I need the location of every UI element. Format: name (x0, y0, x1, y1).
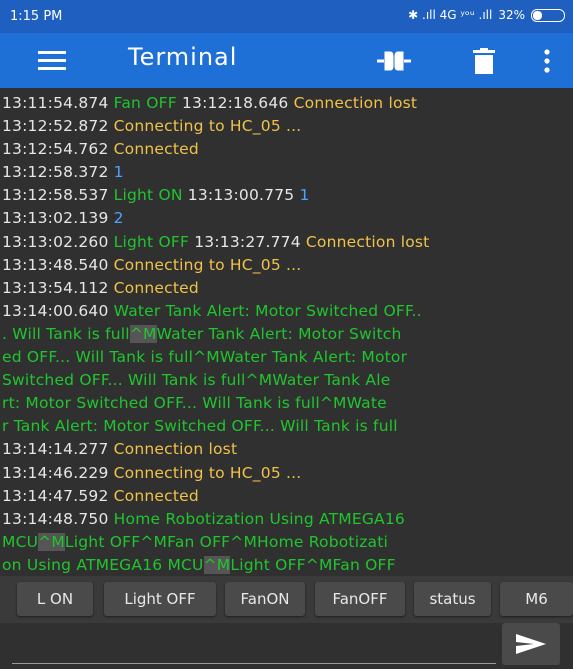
terminal-line: on Using ATMEGA16 MCU^MLight OFF^MFan OF… (2, 554, 573, 576)
status-time: 1:15 PM (10, 9, 63, 24)
terminal-line: MCU^MLight OFF^MFan OFF^MHome Robotizati (2, 531, 573, 554)
timestamp: 13:13:54.112 (2, 278, 114, 297)
macro-button-fan-on[interactable]: FanON (225, 582, 305, 616)
received-text: . Will Tank is full (2, 324, 130, 343)
terminal-line: 13:13:48.540 Connecting to HC_05 ... (2, 254, 573, 277)
input-bar (0, 623, 573, 666)
terminal-line: 13:13:02.139 2 (2, 207, 573, 230)
timestamp: 13:14:00.640 (2, 301, 114, 320)
received-text: Light OFF^MFan OFF (230, 555, 396, 574)
status-message: Connecting to HC_05 ... (113, 255, 302, 274)
macro-button-fan-off[interactable]: FanOFF (315, 582, 405, 616)
timestamp: 13:14:14.277 (2, 440, 114, 459)
terminal-line: 13:14:00.640 Water Tank Alert: Motor Swi… (2, 300, 573, 323)
received-text: rt: Motor Switched OFF... Will Tank is f… (2, 394, 387, 413)
macro-button-light-off[interactable]: Light OFF (104, 582, 216, 616)
terminal-line: 13:12:52.872 Connecting to HC_05 ... (2, 115, 573, 138)
status-message: Connected (113, 278, 199, 297)
terminal-line: 13:14:47.592 Connected (2, 485, 573, 508)
timestamp: 13:13:00.775 (182, 186, 300, 205)
sent-text: 2 (113, 209, 124, 228)
terminal-line: 13:12:58.537 Light ON 13:13:00.775 1 (2, 184, 573, 207)
terminal-line: . Will Tank is full^MWater Tank Alert: M… (2, 323, 573, 346)
timestamp: 13:14:46.229 (2, 463, 114, 482)
timestamp: 13:14:48.750 (2, 509, 114, 528)
status-message: Connection lost (293, 94, 418, 112)
timestamp: 13:12:52.872 (2, 117, 114, 136)
timestamp: 13:14:47.592 (2, 486, 114, 505)
timestamp: 13:13:48.540 (2, 255, 114, 274)
timestamp: 13:12:18.646 (176, 94, 294, 112)
macro-button-status[interactable]: status (414, 582, 491, 616)
connect-icon[interactable] (375, 48, 413, 78)
received-text: MCU (2, 532, 39, 551)
received-text: Switched OFF... Will Tank is full^MWater… (2, 371, 391, 390)
status-message: Connection lost (305, 232, 430, 251)
terminal-line: 13:14:46.229 Connecting to HC_05 ... (2, 462, 573, 485)
page-title: Terminal (128, 43, 238, 71)
terminal-line: 13:14:48.750 Home Robotization Using ATM… (2, 508, 573, 531)
battery-icon (531, 8, 565, 22)
status-message: Connecting to HC_05 ... (113, 463, 302, 482)
received-text: Water Tank Alert: Motor Switch (156, 324, 402, 343)
received-text: Light OFF (113, 232, 190, 251)
received-text: Home Robotization Using ATMEGA16 (113, 509, 405, 528)
terminal-line: r Tank Alert: Motor Switched OFF... Will… (2, 415, 573, 438)
terminal-line: Switched OFF... Will Tank is full^MWater… (2, 369, 573, 392)
macro-button-l-on[interactable]: L ON (17, 582, 93, 616)
received-text: Fan OFF (113, 94, 177, 112)
control-char: ^M (203, 555, 231, 574)
timestamp: 13:12:54.762 (2, 140, 114, 159)
received-text: Water Tank Alert: Motor Switched OFF.. (113, 301, 422, 320)
timestamp: 13:13:02.260 (2, 232, 114, 251)
terminal-line: 13:12:54.762 Connected (2, 138, 573, 161)
terminal-line: 13:13:54.112 Connected (2, 277, 573, 300)
timestamp: 13:12:58.537 (2, 186, 114, 205)
timestamp: 13:12:58.372 (2, 163, 114, 182)
status-indicators-group: ✱ .ıll 4G ʸᵒᵘ .ıll 32% (408, 8, 565, 22)
more-vert-icon[interactable] (544, 49, 550, 77)
status-message: Connecting to HC_05 ... (113, 117, 302, 136)
menu-icon[interactable] (38, 51, 66, 71)
terminal-line: 13:14:14.277 Connection lost (2, 438, 573, 461)
received-text: Light ON (113, 186, 183, 205)
status-message: Connected (113, 140, 199, 159)
battery-percent: 32% (498, 8, 525, 22)
macro-button-m6[interactable]: M6 (500, 582, 573, 616)
terminal-line: ed OFF... Will Tank is full^MWater Tank … (2, 346, 573, 369)
control-char: ^M (38, 532, 65, 551)
terminal-line: 13:12:58.372 1 (2, 161, 573, 184)
terminal-line: 13:13:02.260 Light OFF 13:13:27.774 Conn… (2, 231, 573, 254)
terminal-output[interactable]: 13:11:54.874 Fan OFF 13:12:18.646 Connec… (0, 88, 573, 576)
received-text: ed OFF... Will Tank is full^MWater Tank … (2, 348, 408, 367)
timestamp: 13:11:54.874 (2, 94, 114, 112)
timestamp: 13:13:02.139 (2, 209, 114, 228)
send-button[interactable] (502, 623, 560, 665)
control-char: ^M (129, 324, 157, 343)
terminal-line: rt: Motor Switched OFF... Will Tank is f… (2, 392, 573, 415)
send-text-field[interactable] (12, 627, 496, 664)
status-bar: 1:15 PM ✱ .ıll 4G ʸᵒᵘ .ıll 32% (0, 0, 573, 33)
app-bar: Terminal (0, 33, 573, 88)
status-message: Connected (113, 486, 199, 505)
trash-icon[interactable] (473, 48, 495, 78)
status-message: Connection lost (113, 440, 238, 459)
macro-button-bar: L ON Light OFF FanON FanOFF status M6 (0, 576, 573, 623)
received-text: r Tank Alert: Motor Switched OFF... Will… (2, 417, 398, 436)
signal-indicators: ✱ .ıll 4G ʸᵒᵘ .ıll (408, 8, 493, 22)
sent-text: 1 (299, 186, 310, 205)
send-icon (516, 634, 546, 654)
sent-text: 1 (113, 163, 124, 182)
received-text: Light OFF^MFan OFF^MHome Robotizati (64, 532, 389, 551)
received-text: on Using ATMEGA16 MCU (2, 555, 204, 574)
terminal-line: 13:11:54.874 Fan OFF 13:12:18.646 Connec… (2, 92, 573, 115)
timestamp: 13:13:27.774 (189, 232, 306, 251)
